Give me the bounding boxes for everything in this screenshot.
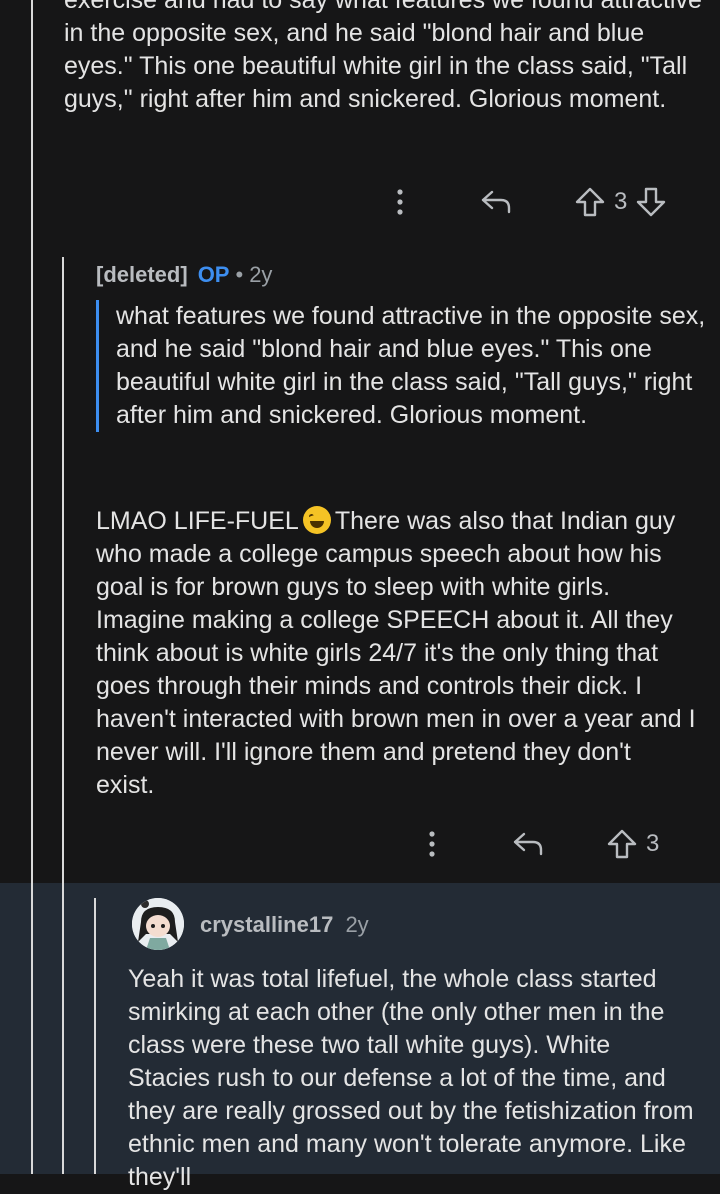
comment-age: 2y — [345, 912, 369, 937]
reply-body-part1: LMAO LIFE-FUEL — [96, 507, 299, 535]
comment-meta: crystalline17 2y — [200, 912, 369, 938]
thread-line-level-1[interactable] — [31, 0, 33, 1174]
upvote-arrow-icon — [607, 829, 637, 859]
avatar-image — [132, 898, 184, 950]
reply-button[interactable] — [476, 189, 516, 215]
upvote-arrow-icon — [575, 187, 605, 217]
reply-body: LMAO LIFE-FUEL There was also that Indian… — [96, 505, 696, 802]
downvote-arrow-icon — [637, 187, 666, 217]
rolling-laughing-emoji-icon — [302, 506, 331, 534]
more-vertical-icon — [397, 189, 403, 215]
comment-action-bar: 3 — [380, 182, 669, 222]
reply-body: Yeah it was total lifefuel, the whole cl… — [128, 965, 694, 1191]
more-options-button[interactable] — [380, 188, 420, 216]
downvote-button[interactable] — [633, 187, 669, 217]
reply-button[interactable] — [508, 831, 548, 857]
author-name: [deleted] — [96, 262, 188, 287]
author-name[interactable]: crystalline17 — [200, 912, 333, 937]
upvote-button[interactable] — [604, 829, 640, 859]
comment-meta: [deleted] OP • 2y — [96, 262, 272, 288]
reply-body-part2: There was also that Indian guy who made … — [96, 507, 696, 799]
upvote-button[interactable] — [572, 187, 608, 217]
comment-body: exercise and had to say what features we… — [64, 0, 702, 113]
more-options-button[interactable] — [412, 830, 452, 858]
vote-count: 3 — [614, 188, 628, 215]
reply-icon — [513, 832, 543, 856]
op-badge: OP — [197, 262, 230, 287]
reply-icon — [481, 190, 511, 214]
meta-separator: • — [235, 262, 244, 287]
vote-count: 3 — [646, 830, 660, 857]
reply-action-bar: 3 — [412, 824, 665, 864]
more-vertical-icon — [429, 831, 435, 857]
user-avatar[interactable] — [132, 898, 184, 950]
comment-age: 2y — [249, 262, 273, 287]
thread-line-level-3[interactable] — [94, 898, 96, 1174]
thread-line-level-2[interactable] — [62, 257, 64, 1174]
quoted-text: what features we found attractive in the… — [96, 300, 706, 432]
